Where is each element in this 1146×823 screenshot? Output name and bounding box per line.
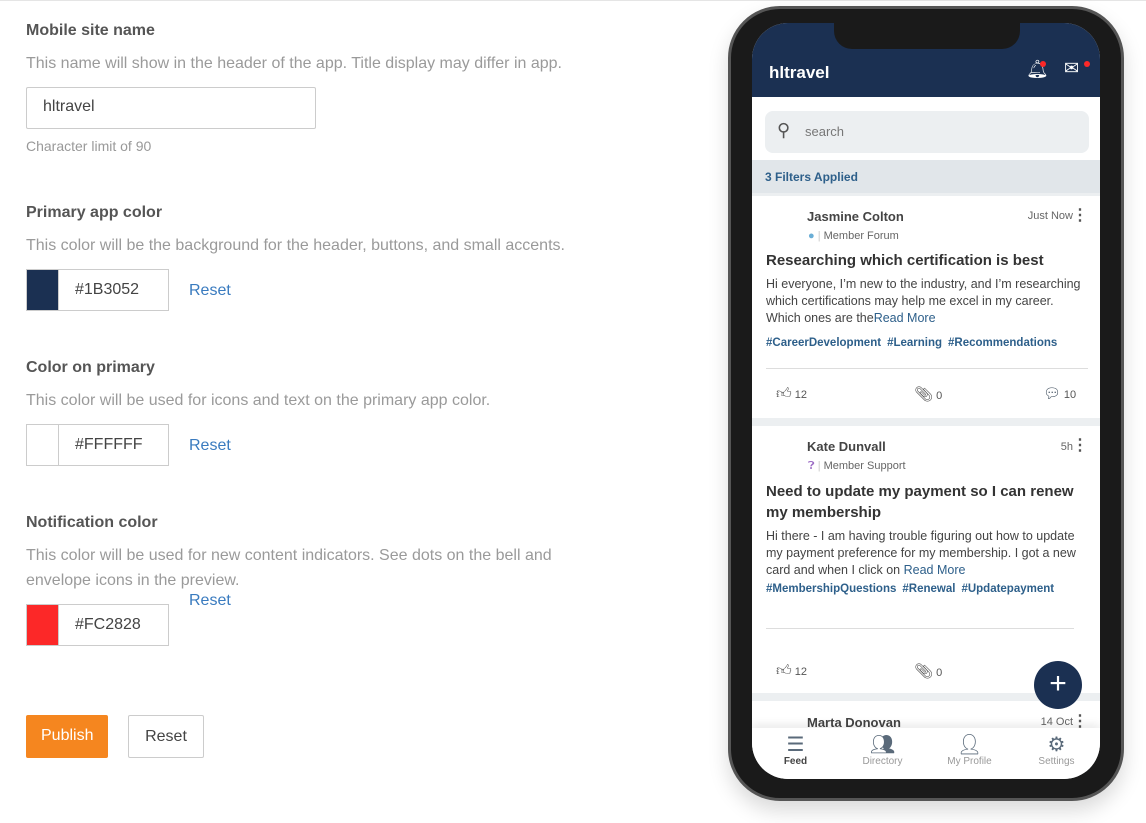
primary-reset-link[interactable]: Reset [189, 282, 231, 300]
tag[interactable]: #MembershipQuestions [766, 583, 896, 595]
attachment-button[interactable]: 📎︎ 0 [914, 385, 942, 403]
tag[interactable]: #Updatepayment [961, 583, 1054, 595]
notification-label: Notification color [26, 514, 158, 531]
primary-hex[interactable]: #1B3052 [58, 270, 168, 310]
person-icon: 👤︎ [956, 734, 983, 756]
primary-color-section: Primary app color This color will be the… [26, 204, 565, 258]
nav-directory[interactable]: 👥︎ Directory [839, 728, 926, 779]
question-icon: ❓︎ [808, 460, 815, 472]
site-name-section: Mobile site name This name will show in … [26, 22, 562, 76]
nav-label: My Profile [947, 756, 992, 767]
search-input[interactable]: ⚲ search [765, 111, 1089, 153]
on-primary-reset-link[interactable]: Reset [189, 437, 231, 455]
tag[interactable]: #Recommendations [948, 337, 1057, 349]
post-author: Kate Dunvall [807, 439, 886, 454]
char-limit-hint: Character limit of 90 [26, 138, 152, 154]
attachment-count: 0 [936, 390, 943, 402]
comment-icon: 💬︎ [1043, 385, 1061, 401]
nav-label: Feed [783, 756, 808, 767]
site-name-desc: This name will show in the header of the… [26, 55, 562, 72]
publish-button[interactable]: Publish [26, 715, 109, 758]
divider [766, 368, 1088, 369]
more-icon[interactable]: ⋮ [1072, 435, 1088, 455]
on-primary-hex[interactable]: #FFFFFF [58, 425, 168, 465]
on-primary-desc: This color will be used for icons and te… [26, 392, 491, 409]
post-category: Member Support [823, 460, 906, 472]
primary-color-input[interactable]: #1B3052 [26, 269, 169, 311]
reset-button[interactable]: Reset [128, 715, 204, 758]
notification-desc: This color will be used for new content … [26, 547, 552, 589]
thumbs-up-icon: 👍︎ [776, 662, 792, 679]
app-preview: hltravel 🔔︎ ✉︎ ⚲ search 3 Filters Applied… [752, 23, 1100, 779]
paperclip-icon: 📎︎ [914, 663, 934, 680]
nav-label: Directory [862, 756, 903, 767]
like-button[interactable]: 👍︎ 12 [776, 662, 807, 680]
post-title: Researching which certification is best [766, 252, 1044, 269]
nav-settings[interactable]: ⚙︎ Settings [1013, 728, 1100, 779]
more-icon[interactable]: ⋮ [1072, 205, 1088, 225]
feed-icon: ☰ [786, 734, 805, 756]
like-count: 12 [794, 666, 807, 678]
envelope-icon[interactable]: ✉︎ [1064, 58, 1079, 79]
envelope-dot [1084, 61, 1090, 67]
post-body: Hi everyone, I’m new to the industry, an… [766, 276, 1090, 327]
notification-section: Notification color This color will be us… [26, 514, 606, 593]
post-category: Member Forum [823, 230, 899, 242]
nav-label: Settings [1038, 756, 1075, 767]
tag[interactable]: #CareerDevelopment [766, 337, 881, 349]
paperclip-icon: 📎︎ [914, 386, 934, 403]
attachment-button[interactable]: 📎︎ 0 [914, 662, 942, 680]
notification-reset-link[interactable]: Reset [189, 592, 231, 610]
post-tags: #CareerDevelopment #Learning #Recommendati… [766, 335, 1090, 352]
phone-notch [834, 23, 1020, 49]
chat-bubble-icon: ● [808, 230, 815, 242]
site-name-input[interactable]: hltravel [26, 87, 316, 129]
site-name-label: Mobile site name [26, 22, 155, 39]
post-card[interactable]: Jasmine Colton Just Now ⋮ ● | Member For… [752, 196, 1100, 418]
tag[interactable]: #Renewal [902, 583, 955, 595]
post-tags: #MembershipQuestions #Renewal #Updatepayme… [766, 581, 1054, 598]
notification-swatch[interactable] [27, 605, 58, 645]
notification-color-input[interactable]: #FC2828 [26, 604, 169, 646]
filters-applied[interactable]: 3 Filters Applied [752, 160, 1100, 193]
post-title: Need to update my payment so I can renew… [766, 483, 1074, 521]
nav-my-profile[interactable]: 👤︎ My Profile [926, 728, 1013, 779]
comment-button[interactable]: 💬︎ 10 [1043, 385, 1076, 402]
on-primary-swatch[interactable] [27, 425, 58, 465]
primary-color-label: Primary app color [26, 204, 163, 221]
read-more-link[interactable]: Read More [904, 563, 966, 577]
thumbs-up-icon: 👍︎ [776, 385, 792, 402]
bell-dot [1040, 61, 1046, 67]
on-primary-label: Color on primary [26, 359, 155, 376]
search-icon: ⚲ [777, 120, 791, 140]
post-time: 14 Oct [1040, 716, 1073, 728]
like-count: 12 [794, 389, 807, 401]
post-card[interactable]: Kate Dunvall 5h ⋮ ❓︎ | Member Support Ne… [752, 426, 1100, 693]
primary-swatch[interactable] [27, 270, 58, 310]
divider [766, 628, 1074, 629]
app-title: hltravel [769, 63, 830, 82]
bottom-nav: ☰ Feed 👥︎ Directory 👤︎ My Profile ⚙︎ Setting… [752, 728, 1100, 779]
nav-feed[interactable]: ☰ Feed [752, 728, 839, 779]
tag[interactable]: #Learning [887, 337, 942, 349]
post-time: Just Now [1027, 210, 1073, 222]
comment-count: 10 [1063, 389, 1077, 401]
notification-hex[interactable]: #FC2828 [58, 605, 168, 645]
people-icon: 👥︎ [869, 734, 896, 756]
search-placeholder: search [805, 124, 845, 139]
like-button[interactable]: 👍︎ 12 [776, 385, 807, 403]
gear-icon: ⚙︎ [1047, 734, 1066, 756]
on-primary-color-input[interactable]: #FFFFFF [26, 424, 169, 466]
add-post-button[interactable]: + [1034, 661, 1082, 709]
attachment-count: 0 [936, 667, 943, 679]
read-more-link[interactable]: Read More [874, 311, 936, 325]
primary-color-desc: This color will be the background for th… [26, 237, 565, 254]
post-body: Hi there - I am having trouble figuring … [766, 528, 1090, 579]
on-primary-section: Color on primary This color will be used… [26, 359, 490, 413]
post-author: Jasmine Colton [807, 209, 904, 224]
